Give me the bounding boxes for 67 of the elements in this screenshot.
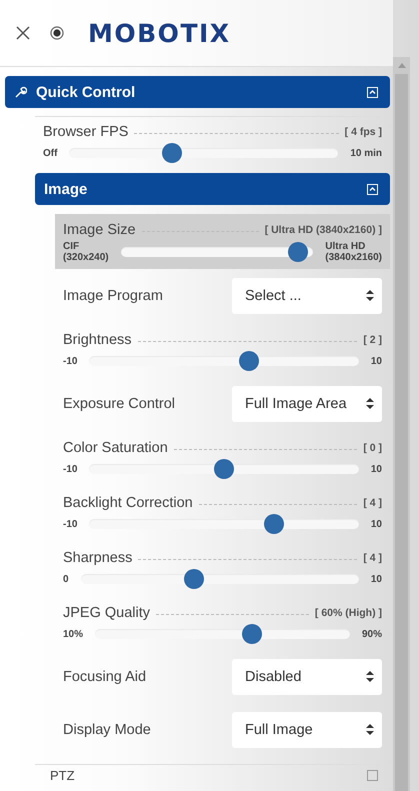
- range-min-label: -10: [63, 356, 78, 366]
- value-reading: [ 4 ]: [363, 552, 382, 564]
- setting-label: Browser FPS: [43, 124, 128, 140]
- section-header[interactable]: Quick Control: [5, 76, 390, 108]
- slider-thumb[interactable]: [184, 569, 204, 589]
- slider-thumb[interactable]: [162, 143, 182, 163]
- value-reading: [ 2 ]: [363, 334, 382, 346]
- range-max-label: 10: [370, 356, 382, 366]
- value-reading: [ 0 ]: [363, 442, 382, 454]
- slider-thumb[interactable]: [214, 459, 234, 479]
- dropdown[interactable]: Select ...: [232, 278, 382, 314]
- section-header[interactable]: Image: [35, 173, 390, 205]
- slider-thumb[interactable]: [242, 624, 262, 644]
- section-title: Image: [44, 180, 88, 198]
- range-max-label: 10: [370, 518, 382, 530]
- slider-track[interactable]: [69, 143, 338, 163]
- updown-caret-icon: [366, 398, 374, 409]
- range-max-label: 10: [370, 574, 382, 584]
- wrench-icon: [15, 86, 27, 98]
- value-reading: [ 4 ]: [363, 497, 382, 509]
- section-header[interactable]: PTZ: [35, 764, 390, 783]
- setting-label: Brightness: [63, 332, 132, 348]
- range-min-label: Off: [43, 148, 58, 158]
- collapse-icon: [367, 86, 378, 98]
- range-max-label: 10 min: [350, 148, 382, 158]
- slider-track[interactable]: [89, 514, 359, 534]
- value-reading: [ 4 fps ]: [344, 126, 382, 138]
- range-min-label: 10%: [63, 628, 84, 640]
- value-reading: [ Ultra HD (3840x2160) ]: [264, 224, 382, 236]
- dropdown[interactable]: Full Image: [232, 712, 382, 748]
- logo-text: MOBOTIX: [88, 18, 231, 48]
- range-max-label: Ultra HD (3840x2160): [325, 241, 382, 263]
- slider-track[interactable]: [120, 242, 314, 262]
- close-icon[interactable]: [16, 26, 30, 40]
- updown-caret-icon: [366, 724, 374, 735]
- setting-label: Exposure Control: [63, 396, 176, 412]
- setting-label: Sharpness: [63, 550, 132, 566]
- range-min-label: CIF (320x240): [63, 241, 109, 263]
- slider-thumb[interactable]: [288, 242, 308, 262]
- collapse-icon: [367, 184, 378, 194]
- slider-thumb[interactable]: [264, 514, 284, 534]
- range-min-label: 0: [63, 574, 69, 584]
- setting-label: Display Mode: [63, 722, 151, 738]
- updown-caret-icon: [366, 671, 374, 682]
- scrollbar[interactable]: [393, 57, 410, 791]
- value-reading: [ 60% (High) ]: [314, 607, 382, 619]
- slider-thumb[interactable]: [239, 351, 260, 371]
- range-max-label: 10: [370, 464, 382, 474]
- setting-label: Backlight Correction: [63, 495, 193, 511]
- slider-track[interactable]: [89, 351, 359, 371]
- range-max-label: 90%: [362, 628, 382, 640]
- setting-label: Color Saturation: [63, 440, 168, 456]
- dropdown[interactable]: Full Image Area: [232, 386, 382, 422]
- setting-label: Image Size: [63, 222, 136, 238]
- slider-track[interactable]: [95, 624, 350, 644]
- radio-dot-icon[interactable]: [50, 26, 64, 40]
- range-min-label: -10: [63, 464, 78, 474]
- slider-track[interactable]: [89, 459, 359, 479]
- range-min-label: -10: [63, 518, 78, 530]
- expand-icon: [367, 770, 378, 780]
- setting-label: JPEG Quality: [63, 605, 150, 621]
- setting-label: Image Program: [63, 288, 163, 304]
- dropdown[interactable]: Disabled: [232, 658, 382, 694]
- section-title: Quick Control: [36, 84, 136, 100]
- updown-caret-icon: [366, 290, 374, 301]
- slider-track[interactable]: [80, 569, 359, 589]
- setting-label: Focusing Aid: [63, 668, 146, 684]
